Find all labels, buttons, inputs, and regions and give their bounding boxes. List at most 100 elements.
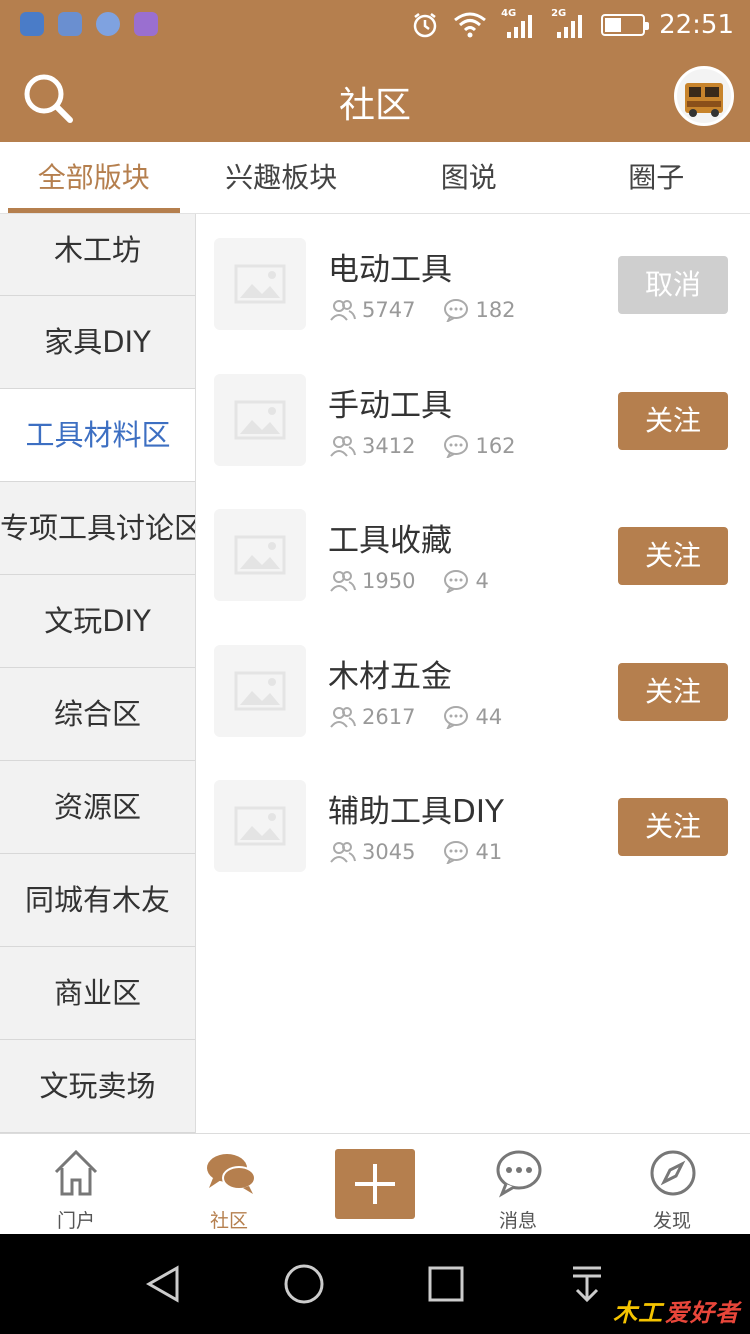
post-count: 44 [475, 705, 503, 729]
status-time: 22:51 [659, 10, 734, 40]
battery-icon [601, 14, 650, 36]
member-count: 3045 [362, 840, 416, 864]
members-icon [330, 571, 356, 592]
forum-row[interactable]: 工具收藏 1950 4 关注 [196, 489, 750, 619]
forum-stats: 3412 162 [330, 434, 544, 458]
plus-icon [355, 1164, 395, 1204]
forum-title: 工具收藏 [328, 523, 452, 559]
sidebar-item-business[interactable]: 商业区 [0, 947, 195, 1040]
forum-thumbnail [214, 238, 306, 330]
forum-stats: 3045 41 [330, 840, 530, 864]
watermark-part-2: 爱好者 [665, 1299, 740, 1327]
forum-title: 木材五金 [328, 659, 452, 695]
posts-icon [444, 706, 469, 729]
sidebar-item-local-friends[interactable]: 同城有木友 [0, 854, 195, 947]
members-icon [330, 842, 356, 863]
signal-4g-icon: 4G [501, 8, 537, 40]
category-tabs: 全部版块 兴趣板块 图说 圈子 [0, 142, 750, 214]
forum-row[interactable]: 木材五金 2617 44 关注 [196, 625, 750, 755]
forum-stats: 5747 182 [330, 298, 544, 322]
forum-thumbnail [214, 645, 306, 737]
image-placeholder-icon [234, 264, 286, 304]
tab-all-sections[interactable]: 全部版块 [0, 142, 188, 213]
home-icon [54, 1149, 98, 1196]
signal-2g-icon: 2G [551, 8, 587, 40]
message-icon [496, 1150, 542, 1198]
image-placeholder-icon [234, 535, 286, 575]
create-post-button[interactable] [335, 1149, 415, 1219]
forum-stats: 2617 44 [330, 705, 530, 729]
bird-app-icon [58, 12, 82, 36]
sidebar-item-furniture-diy[interactable]: 家具DIY [0, 296, 195, 389]
recents-icon[interactable] [427, 1265, 465, 1303]
tab-picture-talk[interactable]: 图说 [375, 142, 563, 213]
member-count: 5747 [362, 298, 416, 322]
notification-icons [20, 12, 158, 36]
image-placeholder-icon [234, 671, 286, 711]
nav-home[interactable]: 门户 [21, 1134, 131, 1234]
wifi-icon [454, 12, 486, 38]
forum-thumbnail [214, 509, 306, 601]
forum-thumbnail [214, 374, 306, 466]
nav-discover[interactable]: 发现 [617, 1134, 727, 1234]
forum-stats: 1950 4 [330, 569, 517, 593]
forum-row[interactable]: 电动工具 5747 182 取消 [196, 218, 750, 348]
forum-title: 电动工具 [328, 252, 452, 288]
tab-circles[interactable]: 圈子 [563, 142, 750, 213]
sidebar-item-woodshop[interactable]: 木工坊 [0, 214, 195, 296]
community-icon [207, 1154, 256, 1194]
member-count: 3412 [362, 434, 416, 458]
battery-fill [605, 18, 622, 32]
forum-row[interactable]: 手动工具 3412 162 关注 [196, 354, 750, 484]
nav-community[interactable]: 社区 [174, 1134, 284, 1234]
follow-button[interactable]: 关注 [618, 663, 728, 721]
follow-button[interactable]: 关注 [618, 798, 728, 856]
post-count: 162 [475, 434, 516, 458]
compass-icon [650, 1150, 696, 1196]
watermark-part-1: 木工 [613, 1299, 663, 1327]
alarm-icon [413, 13, 437, 38]
follow-button[interactable]: 关注 [618, 392, 728, 450]
tab-interest-sections[interactable]: 兴趣板块 [188, 142, 376, 213]
image-placeholder-icon [234, 400, 286, 440]
members-icon [330, 707, 356, 728]
post-count: 4 [475, 569, 489, 593]
members-icon [330, 300, 356, 321]
page-title: 社区 [338, 85, 411, 126]
notification-pulldown-icon[interactable] [569, 1264, 605, 1304]
forum-thumbnail [214, 780, 306, 872]
app-header: 社区 [0, 50, 750, 142]
unfollow-button[interactable]: 取消 [618, 256, 728, 314]
posts-icon [444, 299, 469, 322]
sidebar-item-craft-market[interactable]: 文玩卖场 [0, 1040, 195, 1133]
sidebar-item-resources[interactable]: 资源区 [0, 761, 195, 854]
image-placeholder-icon [234, 806, 286, 846]
sidebar-item-craft-diy[interactable]: 文玩DIY [0, 575, 195, 668]
member-count: 2617 [362, 705, 416, 729]
follow-button[interactable]: 关注 [618, 527, 728, 585]
posts-icon [444, 841, 469, 864]
location-icon [96, 12, 120, 36]
home-button-icon[interactable] [283, 1263, 325, 1305]
sidebar-item-general[interactable]: 综合区 [0, 668, 195, 761]
nav-community-label: 社区 [209, 1210, 248, 1232]
forum-title: 辅助工具DIY [328, 794, 504, 830]
nav-messages-label: 消息 [498, 1210, 537, 1232]
forum-row[interactable]: 辅助工具DIY 3045 41 关注 [196, 760, 750, 890]
nav-discover-label: 发现 [652, 1210, 691, 1232]
status-bar: 4G 2G 22:51 [0, 0, 750, 50]
system-navigation-bar: 木工爱好者 [0, 1234, 750, 1334]
nav-home-label: 门户 [56, 1210, 95, 1232]
sidebar-item-tools-materials[interactable]: 工具材料区 [0, 389, 195, 482]
forum-list: 电动工具 5747 182 取消 手动工具 3412 162 关注 工具收藏 1… [196, 214, 750, 1133]
bottom-navigation: 门户 社区 消息 发现 [0, 1133, 750, 1234]
nav-messages[interactable]: 消息 [463, 1134, 573, 1234]
app-icon-blue [20, 12, 44, 36]
user-avatar[interactable] [674, 66, 734, 126]
post-count: 182 [475, 298, 516, 322]
member-count: 1950 [362, 569, 416, 593]
back-icon[interactable] [143, 1264, 183, 1304]
sidebar-item-special-tools[interactable]: 专项工具讨论区 [0, 482, 195, 575]
gallery-icon [134, 12, 158, 36]
posts-icon [444, 570, 469, 593]
